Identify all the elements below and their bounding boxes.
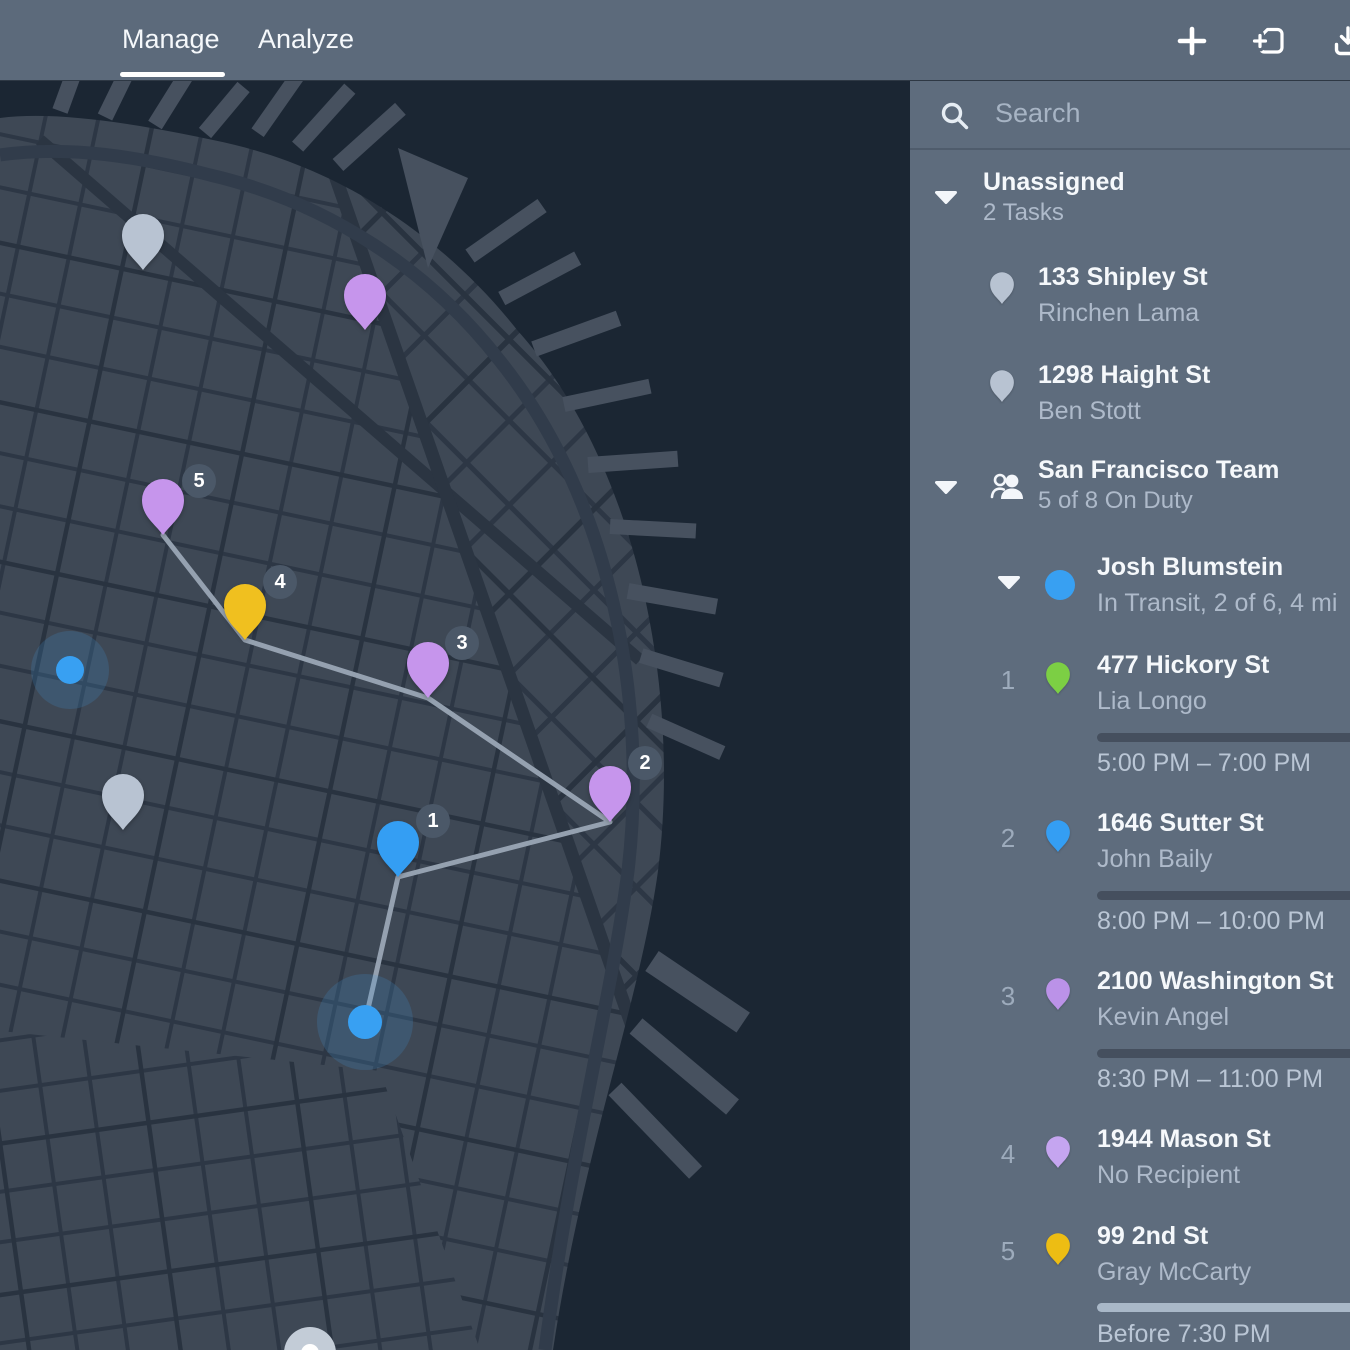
stop-pin-icon — [1045, 976, 1071, 1010]
task-sidebar: Search Unassigned 2 Tasks 133 Shipley St… — [910, 81, 1350, 1350]
stop-pin-4[interactable] — [222, 580, 268, 640]
import-tasks-icon[interactable] — [1252, 23, 1288, 59]
map-canvas[interactable]: 54321 — [0, 81, 910, 1350]
search-icon — [940, 101, 970, 131]
stop-badge-5: 5 — [182, 464, 216, 498]
stop-pin-icon — [1045, 818, 1071, 852]
stop-number: 1 — [995, 665, 1021, 696]
time-window-bar — [1097, 1303, 1350, 1312]
stop-pin-icon — [1045, 1231, 1071, 1265]
task-recipient: Ben Stott — [1038, 396, 1210, 427]
stop-pin-icon — [1045, 1134, 1071, 1168]
team-section-header[interactable]: San Francisco Team 5 of 8 On Duty — [910, 455, 1350, 535]
unassigned-task-pin[interactable] — [100, 770, 146, 830]
time-window-label: Before 7:30 PM — [1097, 1320, 1271, 1349]
task-pin-purple[interactable] — [342, 270, 388, 330]
stop-recipient: John Baily — [1097, 844, 1264, 875]
route-stop-row[interactable]: 2 1646 Sutter St John Baily — [910, 808, 1350, 884]
stop-recipient: Gray McCarty — [1097, 1257, 1251, 1288]
team-icon — [988, 471, 1026, 503]
stop-badge-1: 1 — [416, 804, 450, 838]
top-navigation-bar: Manage Analyze — [0, 0, 1350, 81]
active-tab-underline — [120, 72, 225, 77]
stop-address: 99 2nd St — [1097, 1221, 1251, 1252]
stop-number: 2 — [995, 823, 1021, 854]
stop-number: 4 — [995, 1139, 1021, 1170]
section-title: San Francisco Team — [1038, 455, 1279, 486]
stop-address: 1646 Sutter St — [1097, 808, 1264, 839]
time-window-label: 8:30 PM – 11:00 PM — [1097, 1065, 1323, 1094]
driver-row[interactable]: Josh Blumstein In Transit, 2 of 6, 4 mi — [910, 552, 1350, 630]
route-stop-row[interactable]: 4 1944 Mason St No Recipient — [910, 1124, 1350, 1200]
stop-badge-2: 2 — [628, 746, 662, 780]
task-pin-icon — [989, 270, 1015, 304]
task-address: 133 Shipley St — [1038, 262, 1208, 293]
time-window-bar — [1097, 1049, 1350, 1058]
route-stop-row[interactable]: 3 2100 Washington St Kevin Angel — [910, 966, 1350, 1042]
stop-pin-icon — [1045, 660, 1071, 694]
stop-address: 477 Hickory St — [1097, 650, 1269, 681]
task-recipient: Rinchen Lama — [1038, 298, 1208, 329]
route-stop-row[interactable]: 5 99 2nd St Gray McCarty — [910, 1221, 1350, 1297]
stop-pin-3[interactable] — [405, 638, 451, 698]
tab-manage[interactable]: Manage — [122, 24, 220, 55]
add-task-icon[interactable] — [1174, 23, 1210, 59]
section-subtitle: 2 Tasks — [983, 198, 1125, 228]
stop-pin-1[interactable] — [375, 817, 421, 877]
section-title: Unassigned — [983, 167, 1125, 198]
driver-name: Josh Blumstein — [1097, 552, 1337, 583]
map-marker-layer: 54321 — [0, 81, 910, 1350]
time-window-bar — [1097, 733, 1350, 742]
chevron-down-icon[interactable] — [998, 576, 1020, 589]
section-subtitle: 5 of 8 On Duty — [1038, 486, 1279, 516]
cluster-marker[interactable] — [284, 1327, 336, 1350]
driver-location-dot[interactable] — [31, 631, 109, 709]
stop-recipient: Kevin Angel — [1097, 1002, 1334, 1033]
time-window-bar — [1097, 891, 1350, 900]
stop-number: 5 — [995, 1236, 1021, 1267]
task-pin-icon — [989, 368, 1015, 402]
task-address: 1298 Haight St — [1038, 360, 1210, 391]
stop-address: 2100 Washington St — [1097, 966, 1334, 997]
stop-pin-5[interactable] — [140, 475, 186, 535]
stop-number: 3 — [995, 981, 1021, 1012]
stop-recipient: Lia Longo — [1097, 686, 1269, 717]
unassigned-task-row[interactable]: 133 Shipley St Rinchen Lama — [910, 262, 1350, 334]
tab-analyze[interactable]: Analyze — [258, 24, 354, 55]
export-download-icon[interactable] — [1330, 23, 1350, 59]
route-stop-row[interactable]: 1 477 Hickory St Lia Longo — [910, 650, 1350, 726]
stop-recipient: No Recipient — [1097, 1160, 1271, 1191]
driver-status: In Transit, 2 of 6, 4 mi — [1097, 588, 1337, 619]
driver-location-dot[interactable] — [317, 974, 413, 1070]
search-bar[interactable]: Search — [910, 81, 1350, 150]
unassigned-section-header[interactable]: Unassigned 2 Tasks — [910, 167, 1350, 247]
chevron-down-icon[interactable] — [935, 481, 957, 494]
stop-address: 1944 Mason St — [1097, 1124, 1271, 1155]
time-window-label: 5:00 PM – 7:00 PM — [1097, 749, 1311, 778]
unassigned-task-pin[interactable] — [120, 210, 166, 270]
stop-badge-4: 4 — [263, 565, 297, 599]
driver-avatar — [1045, 570, 1075, 600]
time-window-label: 8:00 PM – 10:00 PM — [1097, 907, 1325, 936]
chevron-down-icon[interactable] — [935, 191, 957, 204]
search-input[interactable]: Search — [995, 98, 1081, 129]
stop-pin-2[interactable] — [587, 762, 633, 822]
unassigned-task-row[interactable]: 1298 Haight St Ben Stott — [910, 360, 1350, 432]
